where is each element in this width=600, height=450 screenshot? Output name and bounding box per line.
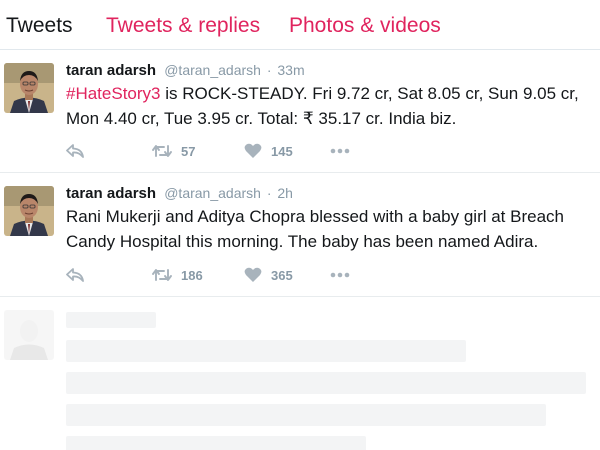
reply-icon	[66, 144, 84, 158]
retweet-icon	[152, 269, 172, 281]
heart-icon	[244, 143, 262, 158]
tweet[interactable]: taran adarsh @taran_adarsh · 33m #HateSt…	[0, 51, 600, 173]
more-icon	[330, 272, 350, 278]
reply-button[interactable]	[66, 264, 84, 286]
more-options-button[interactable]	[330, 264, 350, 286]
avatar	[4, 310, 54, 360]
like-button[interactable]: 145	[244, 140, 293, 162]
author-handle[interactable]: @taran_adarsh	[164, 62, 261, 78]
tweet-text: #HateStory3 is ROCK-STEADY. Fri 9.72 cr,…	[66, 81, 600, 131]
tweet-actions: 57 145	[66, 140, 386, 162]
tweet-timestamp[interactable]: 2h	[277, 185, 293, 201]
faded-text-line	[66, 372, 586, 394]
avatar[interactable]	[4, 63, 54, 113]
tweet-timestamp[interactable]: 33m	[277, 62, 304, 78]
tweet-meta: @taran_adarsh · 33m	[164, 62, 305, 78]
tweet-text-line: Candy Hospital this morning. The baby ha…	[66, 232, 539, 251]
tweet-meta: @taran_adarsh · 2h	[164, 185, 293, 201]
like-button[interactable]: 365	[244, 264, 293, 286]
tweet-text-line: Mon 4.40 cr, Tue 3.95 cr. Total: ₹ 35.17…	[66, 109, 457, 128]
faded-text-line	[66, 436, 366, 450]
tweet-text: Rani Mukerji and Aditya Chopra blessed w…	[66, 204, 600, 254]
more-icon	[330, 148, 350, 154]
retweet-count: 57	[181, 143, 196, 159]
reply-icon	[66, 268, 84, 282]
tweet-header: taran adarsh @taran_adarsh · 33m	[66, 61, 305, 80]
faded-text-line	[66, 312, 156, 328]
tab-tweets[interactable]: Tweets	[6, 13, 73, 39]
faded-tweet	[0, 298, 600, 450]
reply-button[interactable]	[66, 140, 84, 162]
like-count: 145	[271, 143, 293, 159]
faded-text-line	[66, 340, 466, 362]
tab-photos-and-videos[interactable]: Photos & videos	[289, 13, 441, 39]
profile-tabs: Tweets Tweets & replies Photos & videos	[0, 0, 600, 50]
more-options-button[interactable]	[330, 140, 350, 162]
retweet-count: 186	[181, 267, 203, 283]
tweet-text-line: #HateStory3 is ROCK-STEADY. Fri 9.72 cr,…	[66, 81, 600, 106]
retweet-button[interactable]: 57	[152, 140, 195, 162]
author-name[interactable]: taran adarsh	[66, 62, 156, 79]
like-count: 365	[271, 267, 293, 283]
tweet-actions: 186 365	[66, 264, 386, 286]
author-handle[interactable]: @taran_adarsh	[164, 185, 261, 201]
author-name[interactable]: taran adarsh	[66, 185, 156, 202]
tweet[interactable]: taran adarsh @taran_adarsh · 2h Rani Muk…	[0, 174, 600, 297]
avatar[interactable]	[4, 186, 54, 236]
tweet-header: taran adarsh @taran_adarsh · 2h	[66, 184, 293, 203]
retweet-icon	[152, 145, 172, 157]
tweet-text-line: Rani Mukerji and Aditya Chopra blessed w…	[66, 207, 564, 226]
faded-text-line	[66, 404, 546, 426]
heart-icon	[244, 267, 262, 282]
hashtag-link[interactable]: #HateStory3	[66, 84, 161, 103]
tab-tweets-and-replies[interactable]: Tweets & replies	[106, 13, 260, 39]
tweet-text-segment: is ROCK-STEADY. Fri 9.72 cr, Sat 8.05 cr…	[160, 84, 579, 103]
retweet-button[interactable]: 186	[152, 264, 203, 286]
